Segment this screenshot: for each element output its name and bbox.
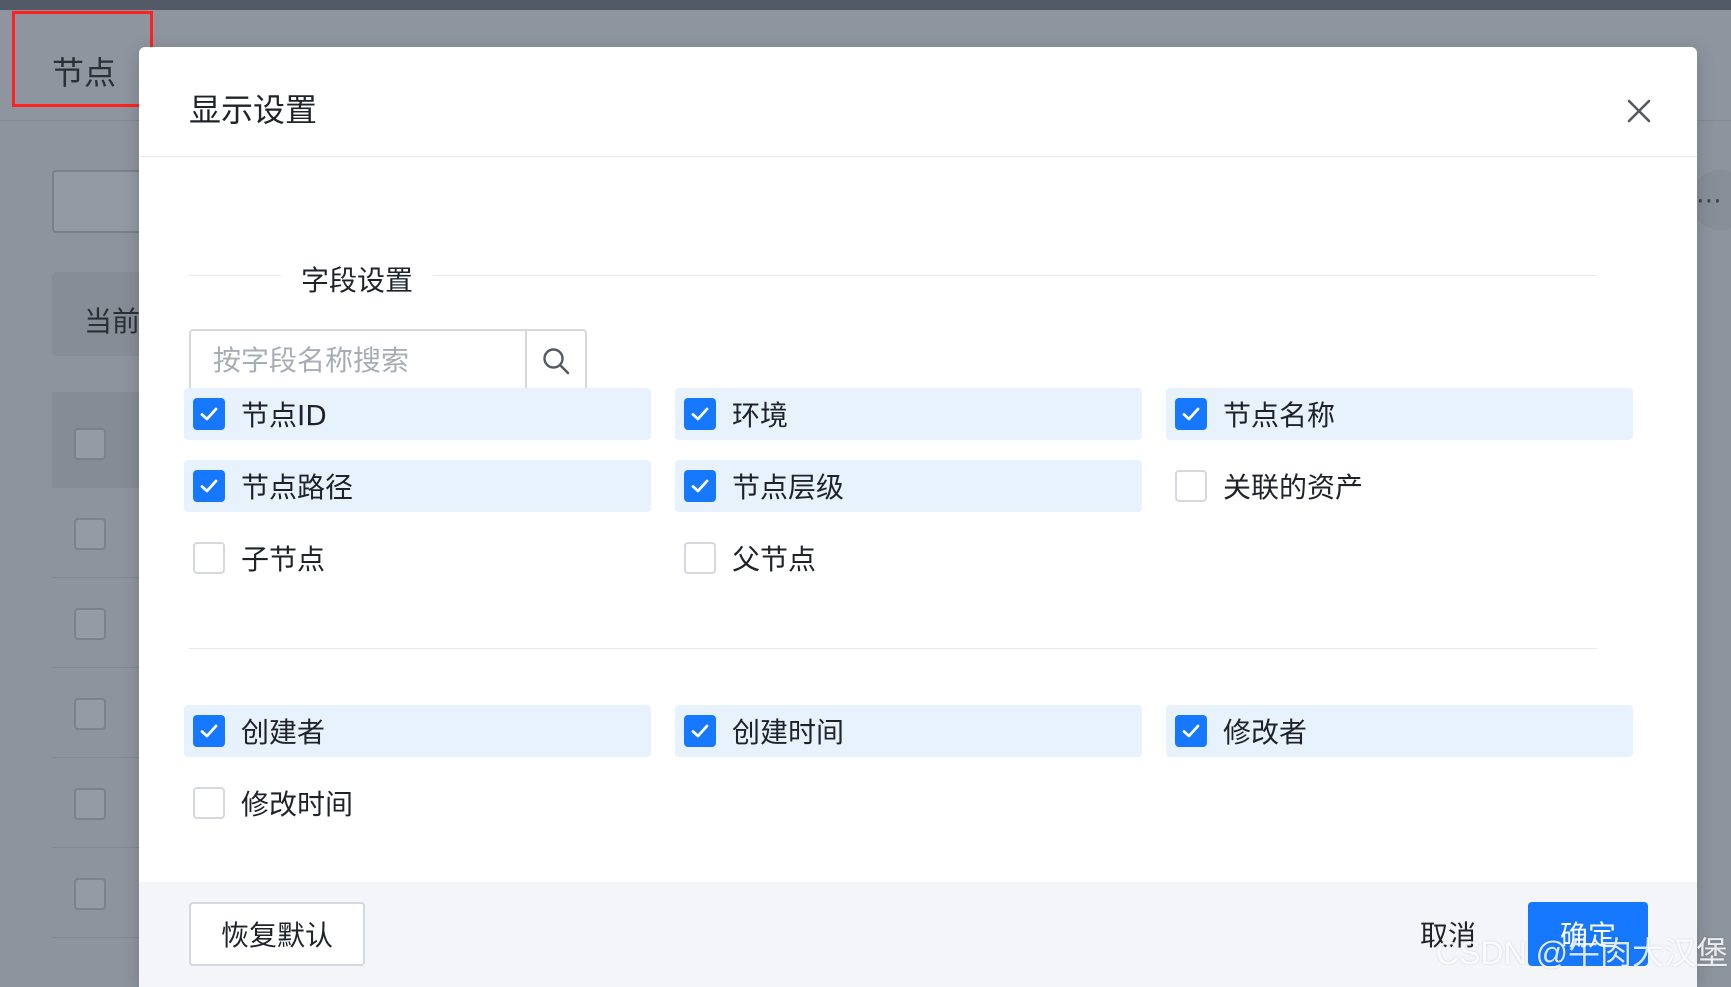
field-option[interactable]: 父节点 xyxy=(675,532,1142,584)
field-option[interactable]: 修改时间 xyxy=(184,777,651,829)
checkbox-checked[interactable] xyxy=(684,715,716,747)
section-title: 字段设置 xyxy=(281,259,434,299)
background-checkbox xyxy=(74,608,106,640)
field-option-label: 创建者 xyxy=(241,716,326,749)
field-option[interactable]: 节点名称 xyxy=(1166,388,1633,440)
background-checkbox xyxy=(74,788,106,820)
checkbox-checked[interactable] xyxy=(193,470,225,502)
field-option[interactable]: 节点层级 xyxy=(675,460,1142,512)
field-search-box xyxy=(189,329,587,392)
field-option-label: 修改时间 xyxy=(241,788,354,821)
field-option-label: 节点层级 xyxy=(732,471,845,504)
annotation-highlight-box xyxy=(12,11,153,107)
field-option-label: 环境 xyxy=(732,399,789,432)
checkbox-unchecked[interactable] xyxy=(1175,470,1207,502)
background-checkbox xyxy=(74,428,106,460)
restore-default-button[interactable]: 恢复默认 xyxy=(189,902,365,966)
checkbox-unchecked[interactable] xyxy=(193,542,225,574)
field-option-label: 节点名称 xyxy=(1223,399,1336,432)
checkmark-icon xyxy=(691,479,709,493)
field-option-label: 父节点 xyxy=(732,543,817,576)
search-icon xyxy=(543,347,570,374)
field-option-label: 节点路径 xyxy=(241,471,354,504)
top-bar xyxy=(0,0,1731,10)
checkmark-icon xyxy=(200,479,218,493)
background-checkbox xyxy=(74,518,106,550)
field-option[interactable]: 环境 xyxy=(675,388,1142,440)
checkbox-checked[interactable] xyxy=(1175,715,1207,747)
modal-header: 显示设置 xyxy=(139,47,1697,157)
field-option-label: 关联的资产 xyxy=(1223,471,1364,504)
field-option-label: 修改者 xyxy=(1223,716,1308,749)
field-option-label: 创建时间 xyxy=(732,716,845,749)
field-option-label: 节点ID xyxy=(241,399,327,432)
checkmark-icon xyxy=(1182,407,1200,421)
field-option[interactable]: 节点路径 xyxy=(184,460,651,512)
checkmark-icon xyxy=(691,407,709,421)
display-settings-modal: 显示设置 字段设置 节点ID环境节点名称节点路径节点层级关联的资产子节点父节点 … xyxy=(139,47,1697,987)
background-checkbox xyxy=(74,878,106,910)
checkbox-checked[interactable] xyxy=(1175,398,1207,430)
checkbox-checked[interactable] xyxy=(193,715,225,747)
checkbox-unchecked[interactable] xyxy=(193,787,225,819)
background-filter-label: 当前 xyxy=(84,305,141,338)
field-option[interactable]: 创建时间 xyxy=(675,705,1142,757)
field-option[interactable]: 子节点 xyxy=(184,532,651,584)
more-icon: ⋯ xyxy=(1696,186,1724,216)
close-icon xyxy=(1627,99,1651,123)
background-checkbox xyxy=(74,698,106,730)
field-option[interactable]: 关联的资产 xyxy=(1166,460,1633,512)
group-divider xyxy=(189,648,1597,649)
cancel-button[interactable]: 取消 xyxy=(1393,902,1503,966)
checkmark-icon xyxy=(1182,724,1200,738)
checkbox-checked[interactable] xyxy=(684,398,716,430)
checkmark-icon xyxy=(200,407,218,421)
checkbox-checked[interactable] xyxy=(193,398,225,430)
field-option[interactable]: 节点ID xyxy=(184,388,651,440)
field-option[interactable]: 创建者 xyxy=(184,705,651,757)
field-option-label: 子节点 xyxy=(241,543,326,576)
checkmark-icon xyxy=(200,724,218,738)
field-search-input[interactable] xyxy=(191,331,525,390)
confirm-button[interactable]: 确定 xyxy=(1528,902,1648,966)
close-button[interactable] xyxy=(1617,89,1661,133)
checkbox-unchecked[interactable] xyxy=(684,542,716,574)
checkmark-icon xyxy=(691,724,709,738)
checkbox-checked[interactable] xyxy=(684,470,716,502)
modal-title: 显示设置 xyxy=(189,91,318,129)
field-option[interactable]: 修改者 xyxy=(1166,705,1633,757)
search-button[interactable] xyxy=(525,331,585,390)
modal-footer: 恢复默认 取消 确定 xyxy=(139,882,1697,987)
